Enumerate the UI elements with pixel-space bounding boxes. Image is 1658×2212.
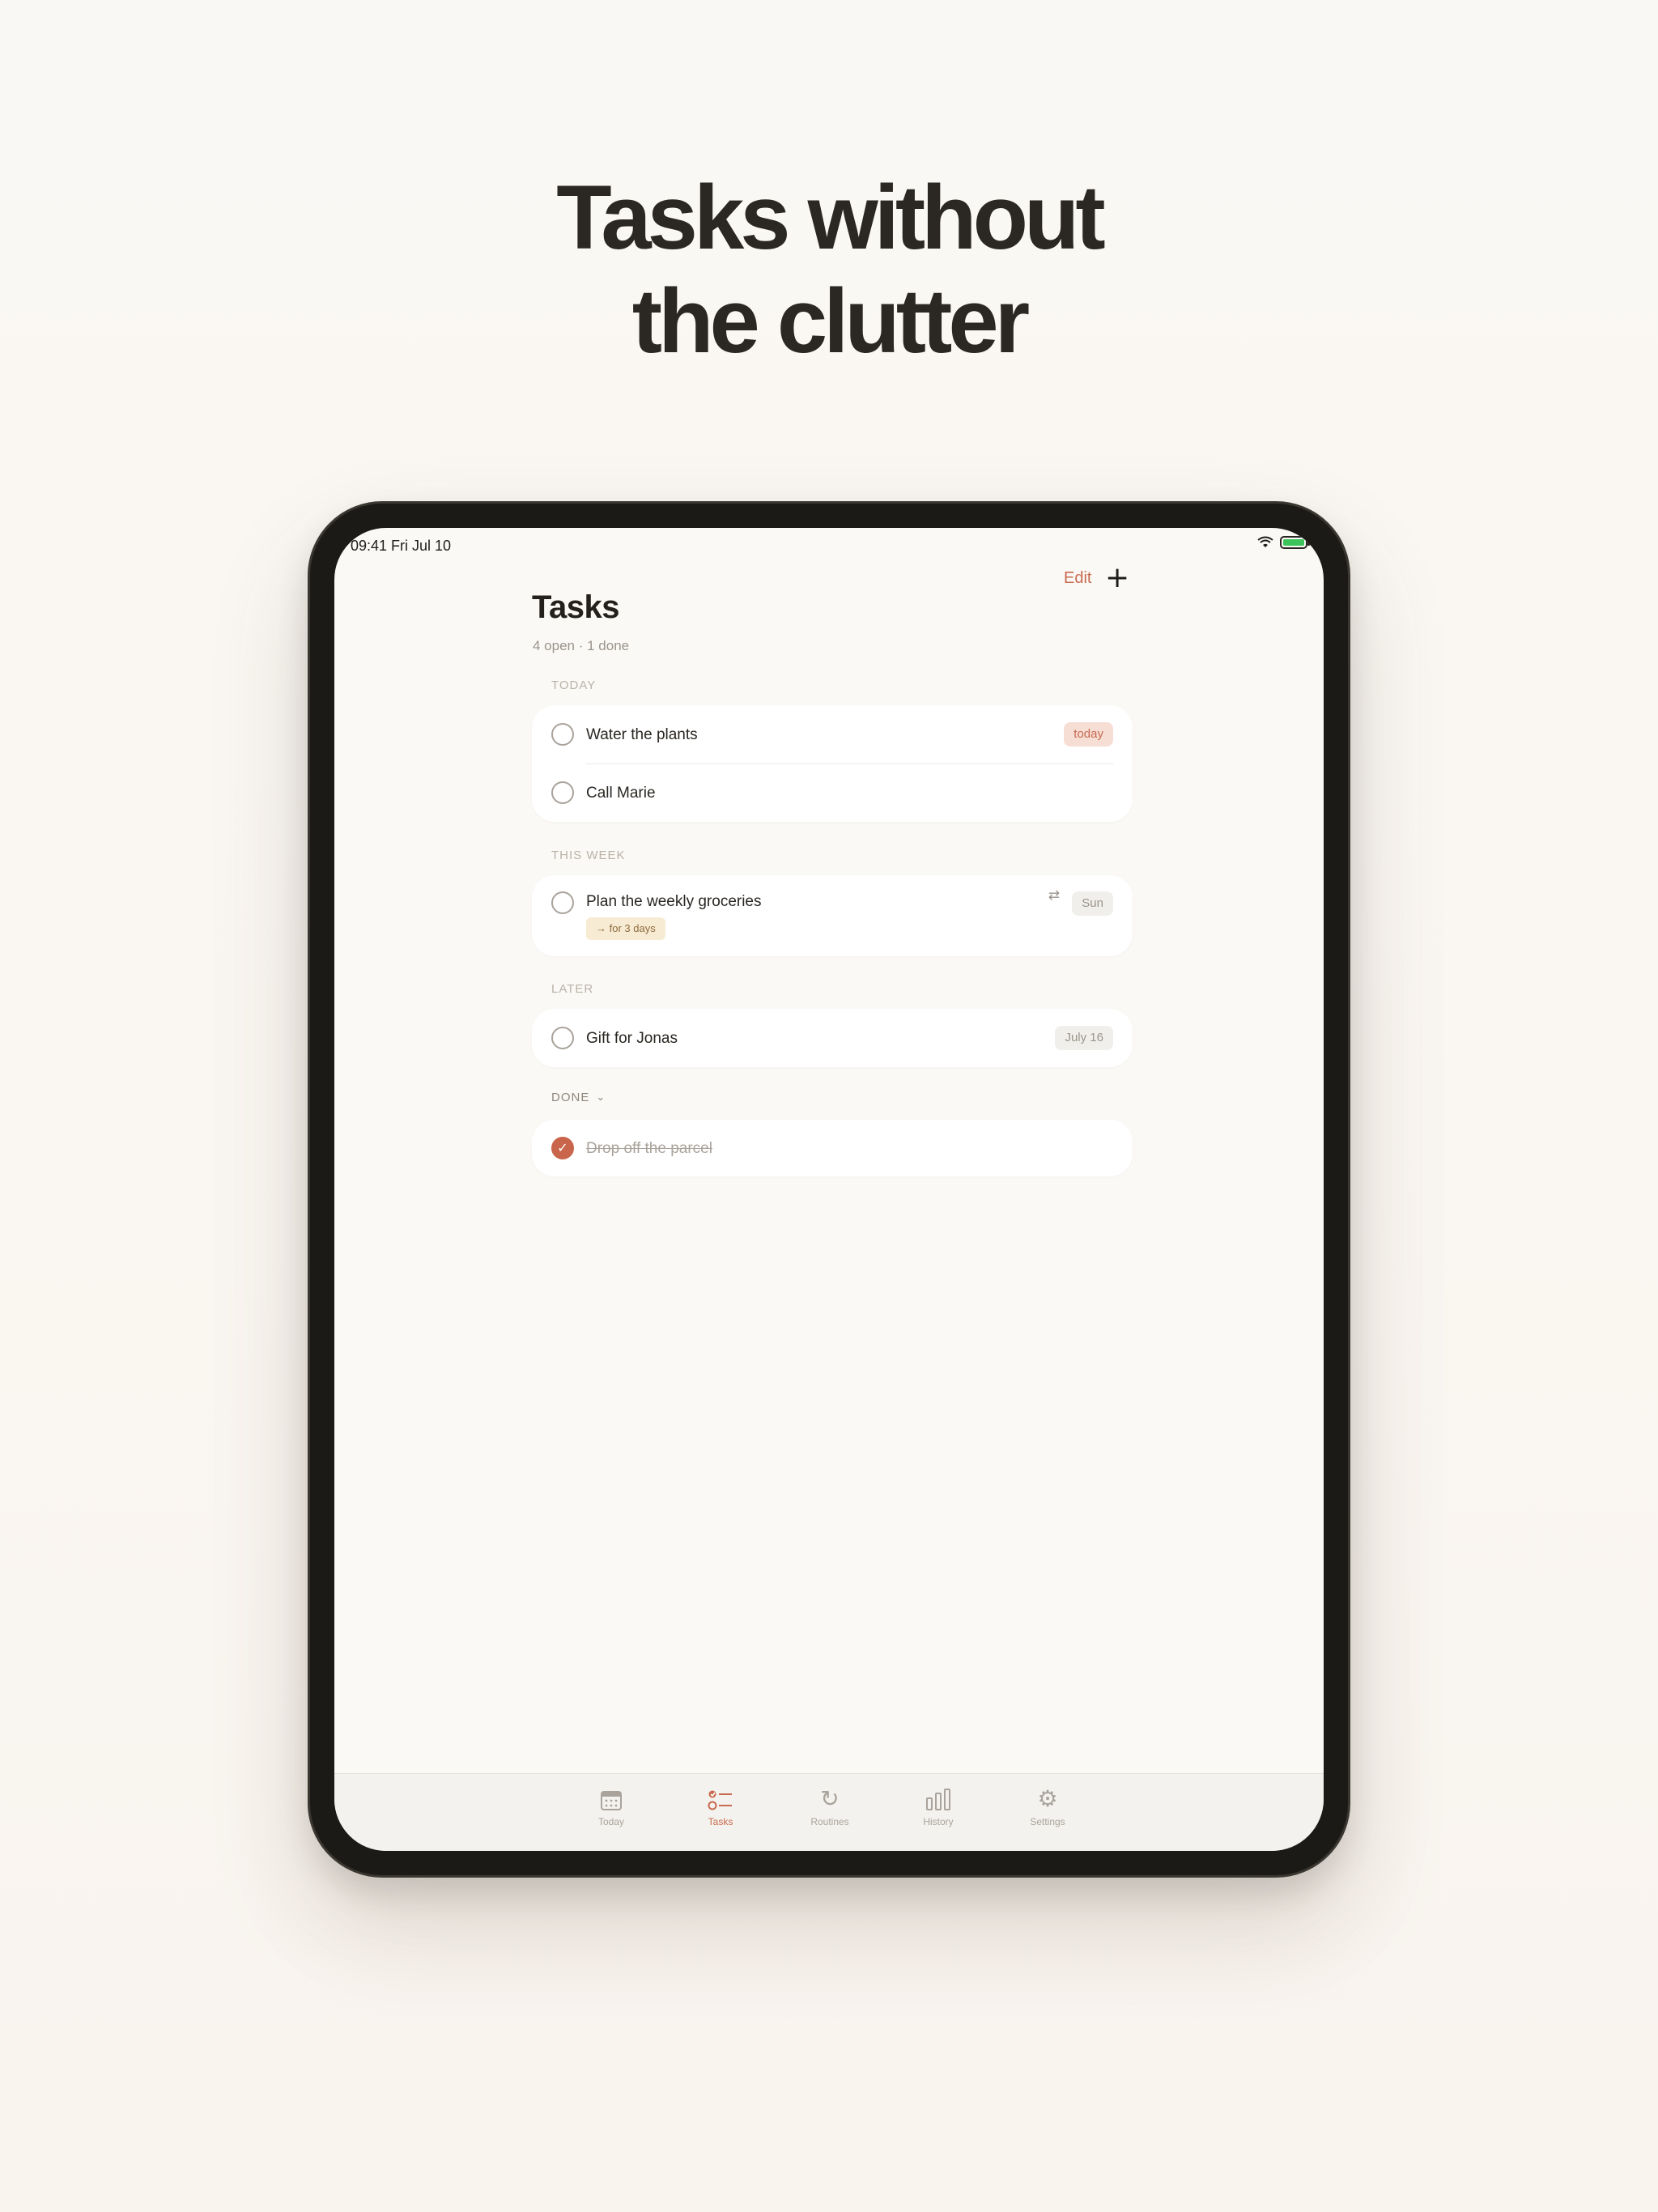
task-row[interactable]: Gift for Jonas July 16 — [532, 1009, 1133, 1067]
status-bar: 09:41 Fri Jul 10 — [334, 528, 1324, 560]
task-row[interactable]: Water the plants today — [532, 705, 1133, 764]
done-section-toggle[interactable]: DONE ⌄ — [551, 1091, 606, 1104]
due-badge: today — [1064, 722, 1113, 747]
edit-button[interactable]: Edit — [1064, 569, 1091, 588]
task-row[interactable]: Plan the weekly groceries → for 3 days ⇄… — [532, 875, 1133, 956]
task-title: Water the plants — [586, 726, 698, 743]
task-title: Gift for Jonas — [586, 1030, 678, 1047]
section-label-later: LATER — [551, 982, 594, 996]
tab-label: Settings — [1030, 1816, 1065, 1827]
headline-line-2: the clutter — [631, 270, 1030, 372]
gear-icon: ⚙ — [1037, 1785, 1058, 1812]
status-time: 09:41 Fri Jul 10 — [351, 538, 452, 554]
due-badge: Sun — [1072, 891, 1113, 916]
done-card: ✓ Drop off the parcel — [532, 1120, 1133, 1176]
section-label-this-week: THIS WEEK — [551, 849, 626, 862]
task-title: Call Marie — [586, 785, 656, 802]
tab-bar: Today Tasks ↻ Routines History ⚙ Setting… — [334, 1773, 1324, 1851]
task-row[interactable]: ✓ Drop off the parcel — [532, 1120, 1133, 1176]
status-icons — [1257, 536, 1310, 549]
tab-label: Tasks — [708, 1816, 733, 1827]
top-bar: Edit + — [334, 560, 1324, 609]
today-card: Water the plants today Call Marie — [532, 705, 1133, 822]
calendar-icon — [601, 1791, 622, 1810]
bar-chart-icon — [926, 1789, 950, 1810]
battery-icon — [1280, 536, 1310, 549]
task-checkbox[interactable] — [551, 891, 574, 914]
chevron-down-icon: ⌄ — [596, 1091, 606, 1104]
tab-settings[interactable]: ⚙ Settings — [1015, 1785, 1080, 1827]
task-checkbox[interactable] — [551, 1027, 574, 1049]
tab-label: History — [923, 1816, 954, 1827]
section-label-today: TODAY — [551, 678, 597, 692]
checklist-icon — [708, 1790, 732, 1810]
tab-tasks[interactable]: Tasks — [688, 1785, 753, 1827]
task-row[interactable]: Call Marie — [532, 764, 1133, 822]
section-label-done: DONE — [551, 1091, 590, 1104]
marketing-headline: Tasks without the clutter — [0, 166, 1658, 373]
task-checkbox[interactable] — [551, 781, 574, 804]
repeat-icon: ⇄ — [1048, 887, 1060, 904]
tab-history[interactable]: History — [906, 1785, 971, 1827]
due-badge: July 16 — [1055, 1026, 1113, 1050]
later-card: Gift for Jonas July 16 — [532, 1009, 1133, 1067]
tab-label: Routines — [810, 1816, 849, 1827]
this-week-card: Plan the weekly groceries → for 3 days ⇄… — [532, 875, 1133, 956]
page-title: Tasks — [532, 589, 619, 625]
app-screen: 09:41 Fri Jul 10 Edit + Tasks 4 open · 1… — [334, 528, 1324, 1851]
routines-icon: ↻ — [820, 1785, 840, 1812]
add-task-button[interactable]: + — [1105, 562, 1129, 594]
task-checkbox[interactable] — [551, 723, 574, 746]
tab-routines[interactable]: ↻ Routines — [797, 1785, 862, 1827]
duration-tag: → for 3 days — [586, 917, 665, 940]
tab-today[interactable]: Today — [579, 1785, 644, 1827]
task-title: Plan the weekly groceries — [586, 893, 762, 910]
headline-line-1: Tasks without — [556, 167, 1105, 268]
task-summary: 4 open · 1 done — [533, 638, 630, 653]
tablet-device: 09:41 Fri Jul 10 Edit + Tasks 4 open · 1… — [308, 501, 1350, 1878]
task-title: Drop off the parcel — [586, 1140, 712, 1157]
wifi-icon — [1257, 536, 1273, 547]
tab-label: Today — [597, 1816, 625, 1827]
task-checkbox-checked[interactable]: ✓ — [551, 1137, 574, 1159]
